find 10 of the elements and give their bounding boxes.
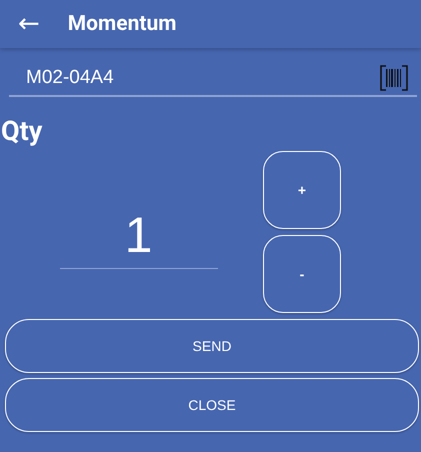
- increment-button[interactable]: +: [263, 151, 341, 229]
- back-button[interactable]: ←: [14, 11, 44, 37]
- location-field[interactable]: M02-04A4: [9, 67, 380, 89]
- quantity-field[interactable]: 1: [60, 206, 218, 268]
- qty-label: Qty: [0, 115, 42, 147]
- send-button[interactable]: SEND: [5, 319, 419, 373]
- decrement-button[interactable]: -: [263, 235, 341, 313]
- close-button[interactable]: CLOSE: [5, 378, 419, 432]
- barcode-scan-icon[interactable]: [380, 65, 408, 91]
- app-title: Momentum: [68, 12, 176, 36]
